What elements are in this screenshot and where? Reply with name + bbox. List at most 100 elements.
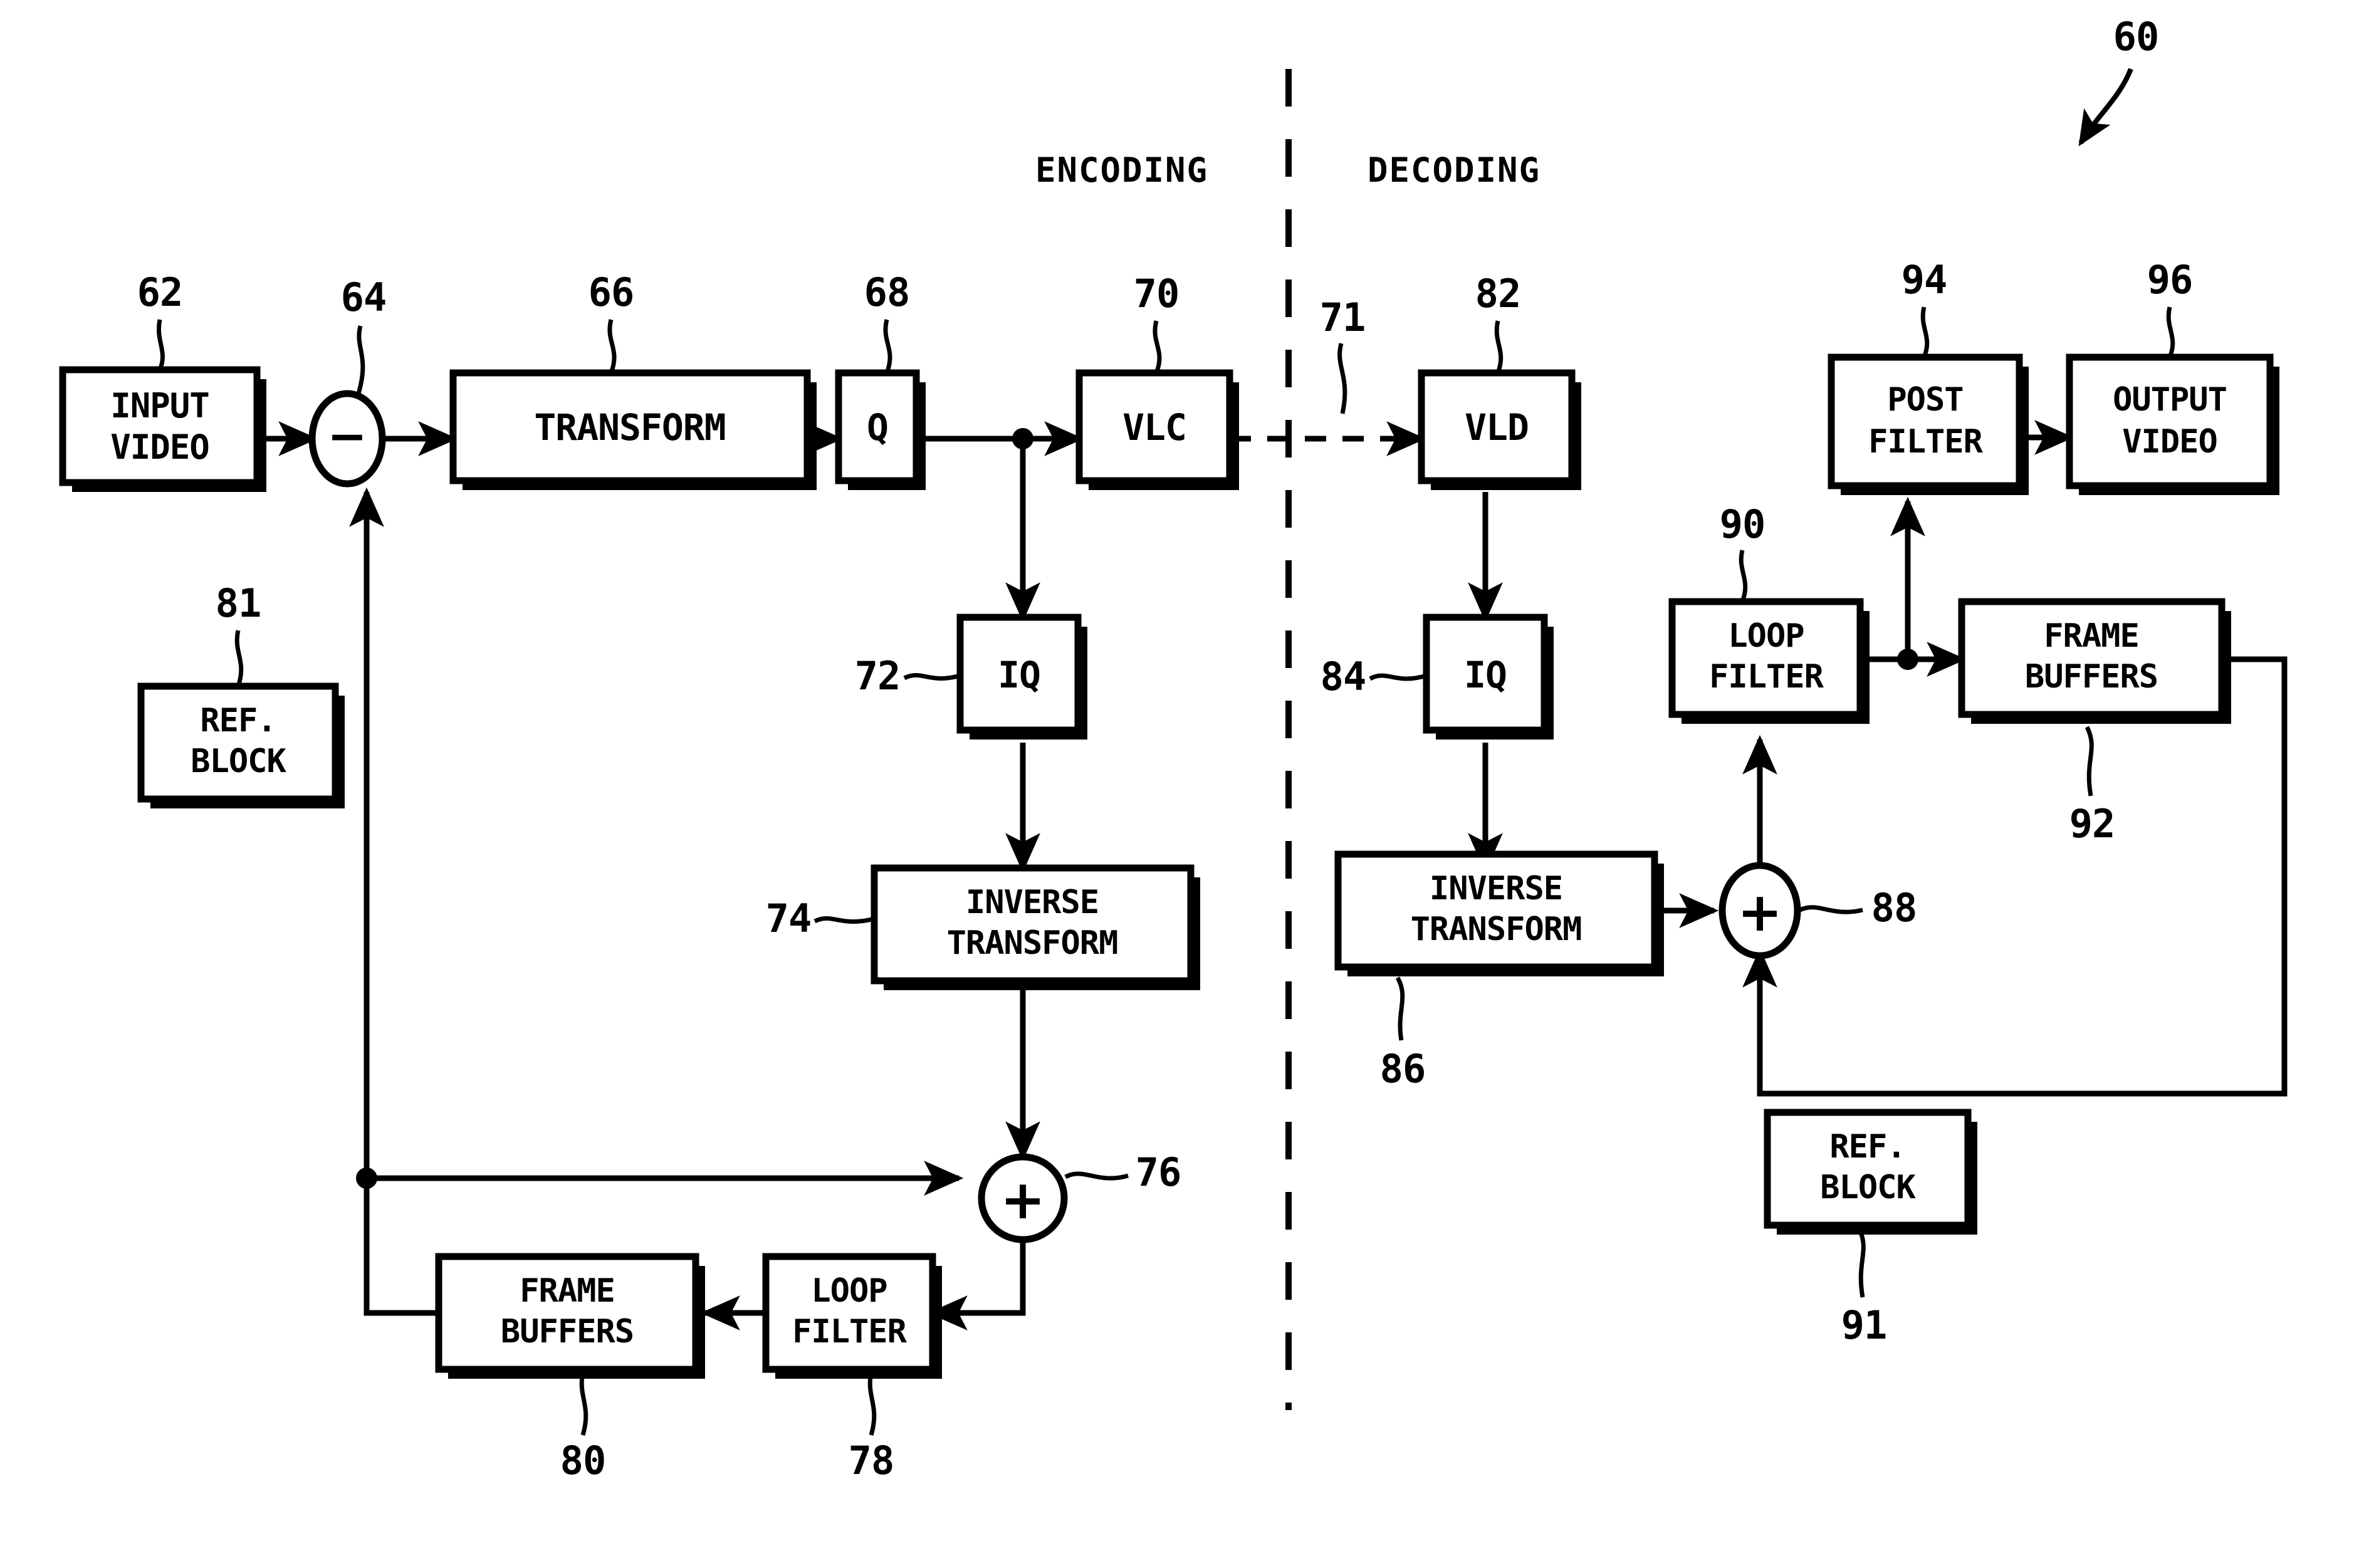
block-label-inverse-transform-encoder-1: INVERSE <box>966 884 1099 921</box>
ref-numeral-71: 71 <box>1320 295 1366 340</box>
block-label-inverse-transform-decoder-1: INVERSE <box>1430 870 1562 907</box>
ref-numeral-92: 92 <box>2069 801 2115 847</box>
leader-76 <box>1064 1171 1129 1181</box>
block-loop-filter-encoder[interactable]: LOOP FILTER <box>762 1253 942 1379</box>
block-quantizer[interactable]: Q <box>835 369 926 490</box>
block-loop-filter-decoder[interactable]: LOOP FILTER <box>1668 598 1870 724</box>
block-label-iq-encoder: IQ <box>998 654 1040 696</box>
block-label-input-video-1: INPUT <box>110 386 209 426</box>
block-label-frame-buffers-encoder-2: BUFFERS <box>501 1313 634 1351</box>
ref-numeral-86: 86 <box>1380 1046 1426 1092</box>
block-iq-decoder[interactable]: IQ <box>1423 614 1554 740</box>
block-label-ref-block-decoder-1: REF. <box>1829 1128 1905 1166</box>
leader-80 <box>579 1372 588 1436</box>
leader-91 <box>1856 1227 1866 1298</box>
block-diagram-svg: INPUT VIDEO TRANSFORM Q VLC IQ INVERSE T… <box>59 14 2288 1483</box>
block-label-loop-filter-encoder-2: FILTER <box>792 1313 908 1351</box>
ref-numeral-90: 90 <box>1720 501 1765 547</box>
leader-72 <box>903 672 961 681</box>
block-frame-buffers-decoder[interactable]: FRAME BUFFERS <box>1958 598 2231 724</box>
ref-numeral-72: 72 <box>855 653 901 699</box>
block-transform[interactable]: TRANSFORM <box>449 369 817 490</box>
wire-framebuffers-dec-feedback <box>1742 656 2288 1097</box>
block-label-ref-block-encoder-2: BLOCK <box>191 743 286 780</box>
block-label-iq-decoder: IQ <box>1464 654 1507 696</box>
block-label-frame-buffers-encoder-1: FRAME <box>520 1272 615 1310</box>
leader-96 <box>2166 306 2175 358</box>
process-blocks: INPUT VIDEO TRANSFORM Q VLC IQ INVERSE T… <box>59 353 2279 1379</box>
block-inverse-transform-decoder[interactable]: INVERSE TRANSFORM <box>1334 850 1664 976</box>
block-ref-block-encoder[interactable]: REF. BLOCK <box>137 682 345 808</box>
ref-numeral-60: 60 <box>2113 14 2159 60</box>
ref-numeral-82: 82 <box>1475 271 1521 316</box>
leader-68 <box>883 319 892 374</box>
section-label-encoding: ENCODING <box>1035 150 1208 190</box>
ref-numeral-84: 84 <box>1321 654 1366 699</box>
block-vld[interactable]: VLD <box>1418 369 1581 490</box>
ref-numeral-88: 88 <box>1871 885 1917 931</box>
ref-numeral-66: 66 <box>588 269 634 315</box>
operator-adder-decoder[interactable]: + <box>1718 862 1801 959</box>
block-frame-buffers-encoder[interactable]: FRAME BUFFERS <box>435 1253 705 1379</box>
block-label-vld: VLD <box>1465 406 1529 449</box>
leader-81 <box>234 630 244 687</box>
block-ref-block-decoder[interactable]: REF. BLOCK <box>1764 1109 1977 1235</box>
operator-symbol-plus-encoder: + <box>1000 1169 1045 1231</box>
section-label-decoding: DECODING <box>1368 150 1540 190</box>
ref-numeral-70: 70 <box>1134 271 1180 316</box>
ref-numeral-96: 96 <box>2147 257 2193 303</box>
wire-junction-to-framebuffers-enc <box>364 1178 439 1316</box>
block-input-video[interactable]: INPUT VIDEO <box>59 366 266 492</box>
operator-adder-encoder[interactable]: + <box>978 1153 1068 1243</box>
operator-symbol-minus: − <box>327 408 367 464</box>
operator-symbol-plus-decoder: + <box>1737 881 1782 944</box>
block-label-transform: TRANSFORM <box>534 406 725 449</box>
leader-84 <box>1369 673 1428 681</box>
block-label-post-filter-1: POST <box>1887 381 1963 419</box>
ref-numeral-76: 76 <box>1136 1149 1181 1195</box>
leader-92 <box>2084 726 2094 797</box>
leader-74 <box>813 916 875 924</box>
leader-64 <box>356 325 365 394</box>
ref-numeral-78: 78 <box>849 1438 894 1483</box>
block-label-post-filter-2: FILTER <box>1868 423 1984 461</box>
block-label-inverse-transform-encoder-2: TRANSFORM <box>947 924 1118 962</box>
block-output-video[interactable]: OUTPUT VIDEO <box>2066 353 2279 495</box>
ref-numeral-81: 81 <box>216 580 261 626</box>
patent-figure-canvas: INPUT VIDEO TRANSFORM Q VLC IQ INVERSE T… <box>0 0 2359 1568</box>
block-label-frame-buffers-decoder-2: BUFFERS <box>2025 658 2158 696</box>
ref-numeral-62: 62 <box>137 269 183 315</box>
block-label-loop-filter-decoder-2: FILTER <box>1709 658 1824 696</box>
leader-71 <box>1337 343 1347 414</box>
leader-90 <box>1739 550 1748 603</box>
block-label-loop-filter-decoder-1: LOOP <box>1728 617 1804 655</box>
operator-subtractor[interactable]: − <box>308 390 386 488</box>
block-inverse-transform-encoder[interactable]: INVERSE TRANSFORM <box>871 864 1200 990</box>
block-label-vlc: VLC <box>1122 406 1186 449</box>
leader-60-arrow <box>2078 68 2133 147</box>
ref-numeral-74: 74 <box>766 896 812 941</box>
ref-numeral-80: 80 <box>560 1438 606 1483</box>
block-post-filter[interactable]: POST FILTER <box>1828 353 2029 495</box>
block-label-output-video-1: OUTPUT <box>2113 381 2227 419</box>
ref-numeral-68: 68 <box>864 269 910 315</box>
block-label-q: Q <box>867 406 888 449</box>
leader-88 <box>1799 905 1863 914</box>
leader-66 <box>607 319 617 374</box>
block-label-output-video-2: VIDEO <box>2122 423 2217 461</box>
leader-70 <box>1153 320 1162 374</box>
leader-94 <box>1920 306 1930 358</box>
leader-62 <box>157 319 165 371</box>
connector-lines <box>266 420 2288 1330</box>
block-iq-encoder[interactable]: IQ <box>956 614 1087 740</box>
block-label-frame-buffers-decoder-1: FRAME <box>2044 617 2139 655</box>
block-vlc[interactable]: VLC <box>1075 369 1239 490</box>
leader-86 <box>1395 976 1405 1041</box>
block-label-ref-block-encoder-1: REF. <box>200 702 276 740</box>
block-label-ref-block-decoder-2: BLOCK <box>1820 1169 1916 1206</box>
ref-numeral-64: 64 <box>341 274 387 320</box>
ref-numeral-94: 94 <box>1901 257 1947 303</box>
block-label-input-video-2: VIDEO <box>110 427 209 467</box>
block-label-loop-filter-encoder-1: LOOP <box>811 1272 887 1310</box>
wire-adder-enc-to-loopfilter <box>928 1238 1026 1330</box>
